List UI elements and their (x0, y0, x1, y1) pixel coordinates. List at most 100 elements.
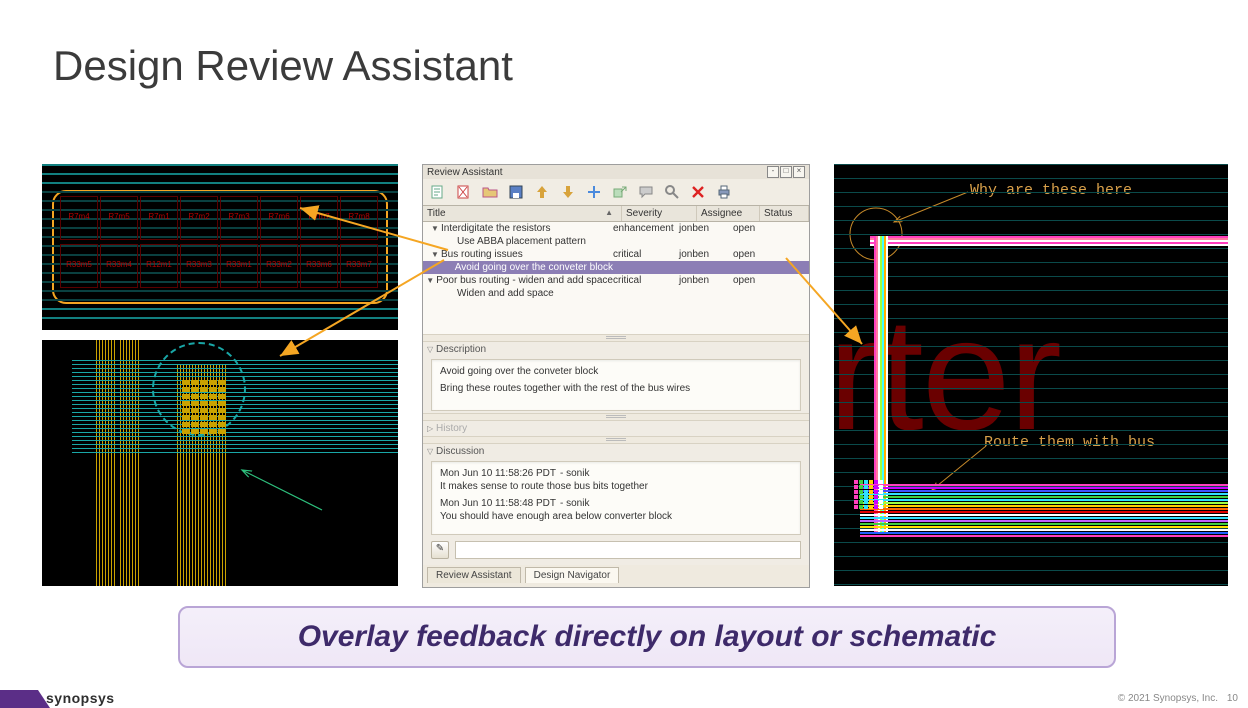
issue-severity: enhancement (613, 223, 679, 234)
col-status[interactable]: Status (760, 206, 809, 221)
discussion-text: Mon Jun 10 11:58:26 PDT - sonik It makes s… (431, 461, 801, 535)
footer-accent (0, 690, 38, 708)
slide-title: Design Review Assistant (53, 42, 513, 90)
issue-row[interactable]: ▼Bus routing issues criticaljonbenopen (423, 248, 809, 261)
issue-title: Interdigitate the resistors (441, 223, 551, 234)
section-description-label: Description (436, 344, 486, 355)
arrow-up-icon[interactable] (533, 183, 551, 201)
col-severity[interactable]: Severity (622, 206, 697, 221)
issue-assignee: jonben (679, 223, 733, 234)
window-max-icon[interactable]: □ (780, 166, 792, 178)
discussion-timestamp: Mon Jun 10 11:58:48 PDT (440, 498, 556, 509)
footer-page-number: 10 (1227, 693, 1238, 704)
save-icon[interactable] (507, 183, 525, 201)
disclosure-icon: ▽ (427, 345, 436, 354)
resistor-cell: R33m4 (100, 244, 138, 288)
resistor-cell: R7m5 (100, 196, 138, 240)
tab-review-assistant[interactable]: Review Assistant (427, 567, 521, 583)
print-icon[interactable] (715, 183, 733, 201)
issue-severity: critical (613, 275, 679, 286)
window-close-icon[interactable]: × (793, 166, 805, 178)
sort-asc-icon: ▲ (605, 208, 617, 217)
issue-severity: critical (613, 249, 679, 260)
issue-row[interactable]: Use ABBA placement pattern (423, 235, 809, 248)
resistor-cell: R7m2 (180, 196, 218, 240)
disclosure-icon: ▽ (427, 447, 436, 456)
reply-add-icon[interactable]: ✎ (431, 541, 449, 559)
resistor-cell: R33m2 (260, 244, 298, 288)
discussion-timestamp: Mon Jun 10 11:58:26 PDT (440, 468, 556, 479)
discussion-text-line: It makes sense to route those bus bits t… (440, 481, 792, 492)
panels-row: /* stripes built below via JS */ R7m4R7m… (42, 164, 1228, 588)
discussion-text-line: You should have enough area below conver… (440, 511, 792, 522)
window-titlebar: Review Assistant ‑ □ × (423, 165, 809, 179)
issue-row[interactable]: Avoid going over the conveter block (423, 261, 809, 274)
arrow-down-icon[interactable] (559, 183, 577, 201)
resistor-cell: R33m1 (220, 244, 258, 288)
annotation-bottom: Route them with bus (984, 434, 1155, 451)
section-history[interactable]: ▷ History (423, 421, 809, 436)
disclosure-icon[interactable]: ▼ (431, 224, 439, 233)
delete-note-icon[interactable] (455, 183, 473, 201)
reply-input[interactable] (455, 541, 801, 559)
disclosure-icon[interactable]: ▼ (426, 276, 434, 285)
issue-assignee: jonben (679, 249, 733, 260)
resistor-cell: R33m5 (60, 244, 98, 288)
issue-status: open (733, 275, 809, 286)
section-description[interactable]: ▽ Description (423, 342, 809, 357)
bottom-tabs: Review Assistant Design Navigator (423, 565, 809, 587)
issue-assignee: jonben (679, 275, 733, 286)
footer-logo: synopsys (46, 690, 115, 706)
issue-row[interactable]: ▼Poor bus routing - widen and add spacec… (423, 274, 809, 287)
issue-title: Use ABBA placement pattern (457, 236, 586, 247)
window-title: Review Assistant (427, 167, 766, 178)
section-history-label: History (436, 423, 467, 434)
issue-status: open (733, 223, 809, 234)
issue-title: Bus routing issues (441, 249, 523, 260)
layout-image-bottom (42, 340, 398, 586)
resistor-cell: R33m7 (340, 244, 378, 288)
resistor-cell: R7m8 (340, 196, 378, 240)
tab-design-navigator[interactable]: Design Navigator (525, 567, 620, 583)
add-icon[interactable] (585, 183, 603, 201)
new-note-icon[interactable] (429, 183, 447, 201)
review-assistant-window: Review Assistant ‑ □ × (422, 164, 810, 588)
issue-row[interactable]: ▼Interdigitate the resistors enhancementj… (423, 222, 809, 235)
footer-copyright: © 2021 Synopsys, Inc. (1118, 693, 1218, 704)
col-title[interactable]: Title ▲ (423, 206, 622, 221)
resistor-cell: R7m3 (220, 196, 258, 240)
resistor-cell: R7m6 (260, 196, 298, 240)
resistor-cell: R33m6 (300, 244, 338, 288)
left-column: /* stripes built below via JS */ R7m4R7m… (42, 164, 398, 588)
resistor-cell: R7m7 (300, 196, 338, 240)
disclosure-icon[interactable]: ▼ (431, 250, 439, 259)
caption-banner: Overlay feedback directly on layout or s… (178, 606, 1116, 668)
section-discussion[interactable]: ▽ Discussion (423, 444, 809, 459)
issue-title: Poor bus routing - widen and add space (436, 275, 613, 286)
discussion-author: - sonik (560, 498, 589, 509)
description-text: Avoid going over the conveter block Brin… (431, 359, 801, 411)
open-folder-icon[interactable] (481, 183, 499, 201)
find-icon[interactable] (663, 183, 681, 201)
issue-title: Widen and add space (457, 288, 554, 299)
caption-banner-text: Overlay feedback directly on layout or s… (298, 620, 997, 654)
resistor-cell: R7m1 (140, 196, 178, 240)
layout-image-top: /* stripes built below via JS */ R7m4R7m… (42, 164, 398, 330)
comment-icon[interactable] (637, 183, 655, 201)
close-x-icon[interactable] (689, 183, 707, 201)
issue-status: open (733, 249, 809, 260)
window-min-icon[interactable]: ‑ (767, 166, 779, 178)
issue-tree: ▼Interdigitate the resistorsenhancementj… (423, 222, 809, 300)
col-assignee[interactable]: Assignee (697, 206, 760, 221)
export-icon[interactable] (611, 183, 629, 201)
resistor-cell: R7m4 (60, 196, 98, 240)
discussion-author: - sonik (560, 468, 589, 479)
reply-row: ✎ (431, 541, 801, 559)
section-discussion-label: Discussion (436, 446, 484, 457)
issue-list-header: Title ▲ Severity Assignee Status (423, 205, 809, 222)
issue-title: Avoid going over the conveter block (455, 262, 613, 273)
annotation-top: Why are these here (970, 182, 1132, 199)
disclosure-icon: ▷ (427, 424, 436, 433)
issue-row[interactable]: Widen and add space (423, 287, 809, 300)
layout-image-right: rter Why are these here Route them with … (834, 164, 1228, 586)
